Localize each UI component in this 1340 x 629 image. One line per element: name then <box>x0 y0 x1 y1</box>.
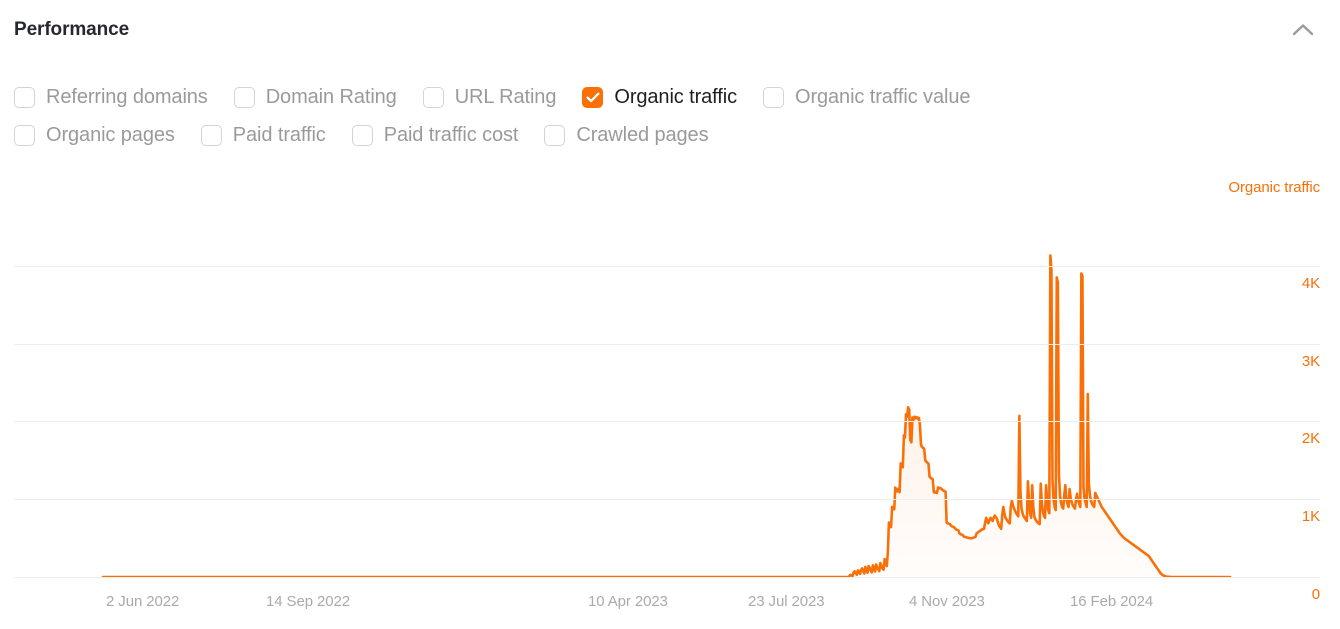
x-axis-tick: 4 Nov 2023 <box>909 593 985 610</box>
metric-checkbox-paid-traffic[interactable]: Paid traffic <box>200 124 326 146</box>
metric-label: Domain Rating <box>265 86 397 108</box>
metric-checkbox-referring-domains[interactable]: Referring domains <box>14 86 208 108</box>
metric-label: Crawled pages <box>576 124 709 146</box>
checkbox-icon <box>14 124 35 146</box>
chevron-up-icon <box>1292 23 1314 35</box>
x-axis-tick: 23 Jul 2023 <box>748 593 825 610</box>
metric-checkbox-domain-rating[interactable]: Domain Rating <box>233 86 397 108</box>
metric-label: URL Rating <box>454 86 557 108</box>
metric-toggle-list: Referring domains Domain Rating URL Rating… <box>14 78 1314 154</box>
checkbox-icon <box>14 86 35 108</box>
x-axis-tick: 10 Apr 2023 <box>588 593 668 610</box>
metric-label: Organic pages <box>46 124 175 146</box>
series-legend-label: Organic traffic <box>1228 179 1320 196</box>
y-axis-tick: 4K <box>1301 274 1320 292</box>
x-axis-tick: 2 Jun 2022 <box>106 593 180 610</box>
y-axis-tick: 0 <box>1311 586 1320 603</box>
x-axis-tick: 16 Feb 2024 <box>1070 593 1154 610</box>
metric-label: Organic traffic value <box>794 86 971 108</box>
organic-traffic-area-series <box>101 254 1232 577</box>
checkbox-icon <box>762 86 784 108</box>
metric-checkbox-organic-traffic[interactable]: Organic traffic <box>582 86 737 108</box>
gridline <box>14 421 1320 423</box>
gridline <box>14 577 1320 578</box>
checkbox-icon <box>233 86 255 108</box>
metric-checkbox-organic-pages[interactable]: Organic pages <box>14 124 175 146</box>
metric-checkbox-paid-traffic-cost[interactable]: Paid traffic cost <box>351 124 519 146</box>
metric-row-2: Organic pages Paid traffic Paid traffic co… <box>14 116 1314 154</box>
checkbox-icon <box>544 124 566 146</box>
gridline <box>14 343 1320 345</box>
performance-chart: Organic traffic 2 Jun 2022 14 Sep 2022 10 … <box>0 180 1340 629</box>
metric-checkbox-crawled-pages[interactable]: Crawled pages <box>544 124 709 146</box>
panel-header: Performance <box>0 0 1340 58</box>
x-axis-ticks: 2 Jun 2022 14 Sep 2022 10 Apr 2023 23 Jul 2… <box>0 594 1340 618</box>
metric-checkbox-organic-traffic-value[interactable]: Organic traffic value <box>762 86 971 108</box>
metric-label: Organic traffic <box>614 86 737 108</box>
gridline <box>14 265 1320 267</box>
metric-label: Paid traffic <box>232 124 326 146</box>
y-axis-tick: 1K <box>1301 508 1320 526</box>
y-axis-tick: 3K <box>1301 352 1320 370</box>
x-axis-tick: 14 Sep 2022 <box>266 593 350 610</box>
metric-label: Paid traffic cost <box>383 124 519 146</box>
chart-plot-area[interactable] <box>14 219 1320 578</box>
checkbox-checked-icon <box>582 86 604 108</box>
metric-checkbox-url-rating[interactable]: URL Rating <box>422 86 557 108</box>
metric-label: Referring domains <box>46 86 208 108</box>
collapse-panel-button[interactable] <box>1286 12 1320 46</box>
checkbox-icon <box>351 124 373 146</box>
gridline <box>14 499 1320 501</box>
page-title: Performance <box>14 18 130 40</box>
y-axis-tick: 2K <box>1301 430 1320 448</box>
checkbox-icon <box>200 124 222 146</box>
metric-row-1: Referring domains Domain Rating URL Rating… <box>14 78 1314 116</box>
checkbox-icon <box>422 86 444 108</box>
